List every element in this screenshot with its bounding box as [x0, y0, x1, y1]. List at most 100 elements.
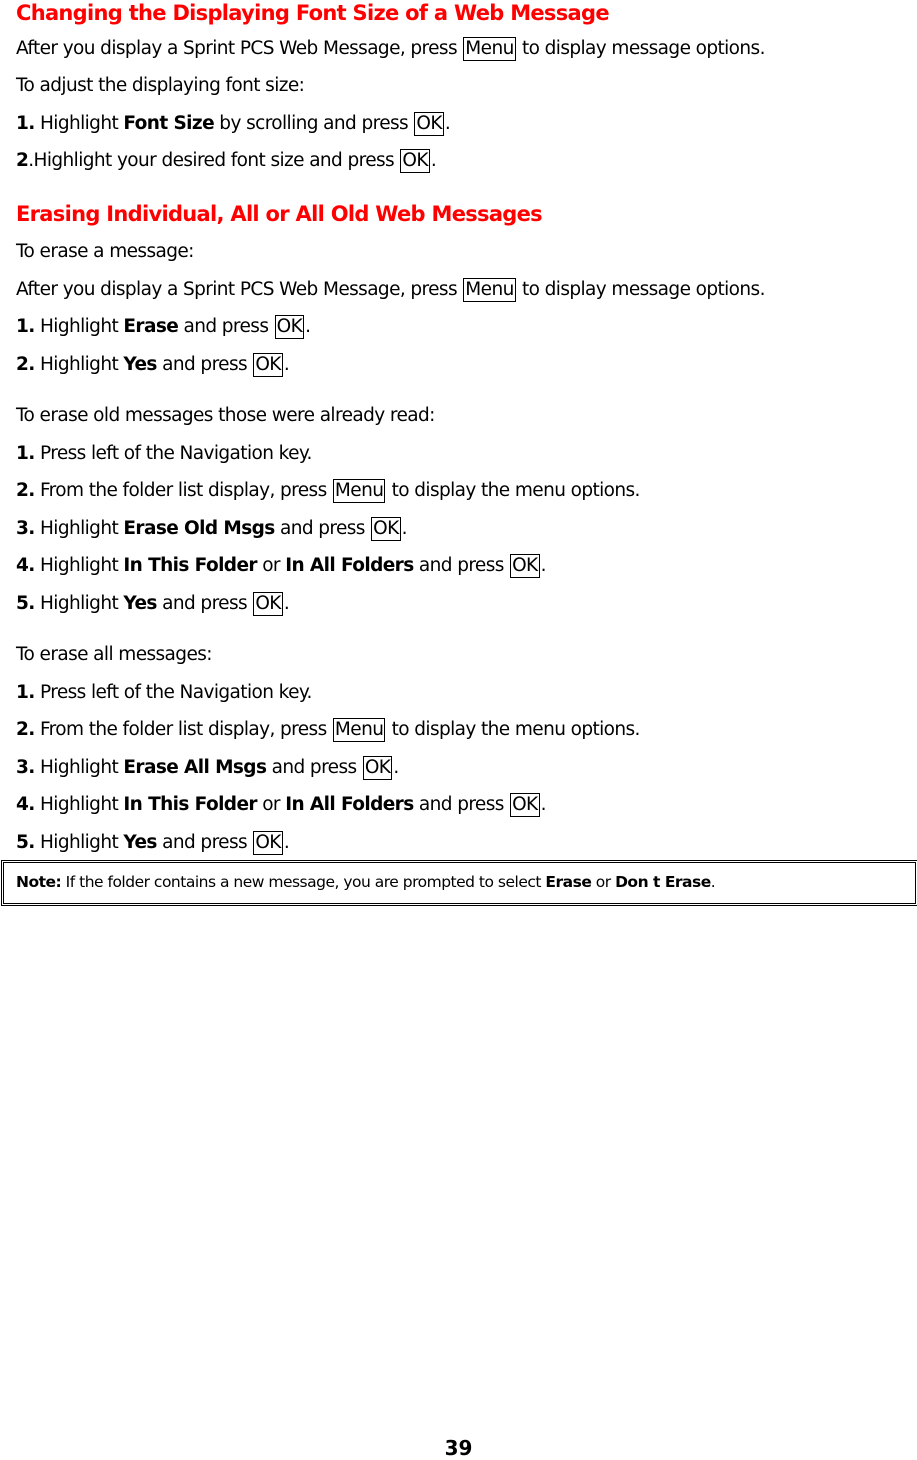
- text: .: [283, 593, 290, 614]
- menu-option: Yes: [123, 354, 157, 375]
- menu-key: Menu: [463, 278, 516, 302]
- menu-key: Menu: [332, 479, 386, 503]
- step-item: 3. Highlight Erase All Msgs and press OK…: [16, 756, 399, 780]
- step-item: 5. Highlight Yes and press OK.: [16, 831, 290, 855]
- step-number: 3.: [16, 518, 35, 539]
- step-number: 5.: [16, 593, 35, 614]
- text: and press: [156, 354, 253, 375]
- text: and press: [156, 593, 253, 614]
- step-number: 2: [16, 150, 29, 171]
- ok-key: OK: [510, 793, 540, 817]
- ok-key: OK: [414, 112, 444, 136]
- text: and press: [274, 518, 371, 539]
- ok-key: OK: [510, 554, 540, 578]
- menu-option: Yes: [123, 832, 157, 853]
- step-number: 2.: [16, 354, 35, 375]
- menu-option: Erase All Msgs: [123, 757, 267, 778]
- step-number: 1.: [16, 682, 35, 703]
- text: Highlight: [34, 757, 124, 778]
- step-item: 3. Highlight Erase Old Msgs and press OK…: [16, 517, 408, 541]
- step-number: 2.: [16, 480, 35, 501]
- text: Highlight: [34, 593, 124, 614]
- step-item: 2.Highlight your desired font size and p…: [16, 149, 437, 173]
- note-box: Note: If the folder contains a new messa…: [1, 860, 917, 906]
- step-item: 4. Highlight In This Folder or In All Fo…: [16, 554, 546, 578]
- paragraph-intro-font: After you display a Sprint PCS Web Messa…: [16, 37, 765, 61]
- heading-erasing: Erasing Individual, All or All Old Web M…: [16, 202, 543, 226]
- step-item: 5. Highlight Yes and press OK.: [16, 592, 290, 616]
- text: to display the menu options.: [386, 719, 641, 740]
- step-item: 4. Highlight In This Folder or In All Fo…: [16, 793, 546, 817]
- ok-key: OK: [371, 517, 401, 541]
- menu-option: In All Folders: [285, 794, 414, 815]
- step-item: 2. From the folder list display, press M…: [16, 479, 640, 503]
- text: and press: [413, 794, 510, 815]
- text: Highlight: [34, 354, 124, 375]
- text: or: [591, 873, 616, 891]
- text: .: [430, 150, 437, 171]
- text: or: [256, 794, 286, 815]
- text: From the folder list display, press: [34, 719, 332, 740]
- step-item: 1. Highlight Erase and press OK.: [16, 315, 311, 339]
- step-number: 2.: [16, 719, 35, 740]
- step-number: 3.: [16, 757, 35, 778]
- menu-option: In All Folders: [285, 555, 414, 576]
- text: .: [305, 316, 311, 337]
- text: .: [283, 832, 290, 853]
- text: to display message options.: [516, 279, 765, 300]
- text: to display message options.: [516, 38, 765, 59]
- text: Highlight: [34, 113, 124, 134]
- text: Highlight: [34, 316, 124, 337]
- page-number: 39: [444, 1436, 473, 1460]
- text: and press: [156, 832, 253, 853]
- text: Press left of the Navigation key.: [34, 443, 312, 464]
- text: .: [540, 555, 547, 576]
- text: Highlight: [34, 832, 124, 853]
- step-number: 5.: [16, 832, 35, 853]
- step-number: 1.: [16, 316, 35, 337]
- ok-key: OK: [362, 756, 393, 780]
- ok-key: OK: [253, 353, 283, 377]
- text: by scrolling and press: [214, 113, 414, 134]
- note-text: Note: If the folder contains a new messa…: [16, 873, 716, 891]
- menu-option: In This Folder: [123, 555, 257, 576]
- text: .Highlight your desired font size and pr…: [28, 150, 400, 171]
- text: .: [444, 113, 451, 134]
- menu-option: Erase: [545, 873, 592, 891]
- text: .: [283, 354, 290, 375]
- text: Highlight: [34, 555, 124, 576]
- text: If the folder contains a new message, yo…: [61, 873, 546, 891]
- text: and press: [266, 757, 362, 778]
- text: Highlight: [34, 794, 124, 815]
- heading-font-size: Changing the Displaying Font Size of a W…: [16, 1, 610, 25]
- menu-option: Don t Erase: [615, 873, 711, 891]
- menu-option: Yes: [123, 593, 157, 614]
- step-item: 1. Highlight Font Size by scrolling and …: [16, 112, 451, 136]
- text: .: [401, 518, 408, 539]
- menu-option: Font Size: [123, 113, 215, 134]
- step-number: 4.: [16, 794, 35, 815]
- subheading-adjust-font: To adjust the displaying font size:: [16, 75, 305, 96]
- ok-key: OK: [253, 592, 283, 616]
- text: From the folder list display, press: [34, 480, 332, 501]
- step-item: 1. Press left of the Navigation key.: [16, 442, 312, 466]
- step-number: 1.: [16, 443, 35, 464]
- ok-key: OK: [400, 149, 430, 173]
- ok-key: OK: [274, 315, 305, 339]
- ok-key: OK: [253, 831, 283, 855]
- text: After you display a Sprint PCS Web Messa…: [16, 279, 463, 300]
- step-item: 2. From the folder list display, press M…: [16, 718, 640, 742]
- menu-option: Erase Old Msgs: [123, 518, 275, 539]
- menu-key: Menu: [332, 718, 386, 742]
- text: After you display a Sprint PCS Web Messa…: [16, 38, 463, 59]
- text: .: [540, 794, 547, 815]
- step-number: 4.: [16, 555, 35, 576]
- menu-option: Erase: [123, 316, 179, 337]
- note-label: Note:: [16, 873, 62, 891]
- step-number: 1.: [16, 113, 35, 134]
- text: and press: [413, 555, 510, 576]
- text: or: [256, 555, 286, 576]
- text: Press left of the Navigation key.: [34, 682, 312, 703]
- step-item: 1. Press left of the Navigation key.: [16, 681, 312, 705]
- menu-option: In This Folder: [123, 794, 257, 815]
